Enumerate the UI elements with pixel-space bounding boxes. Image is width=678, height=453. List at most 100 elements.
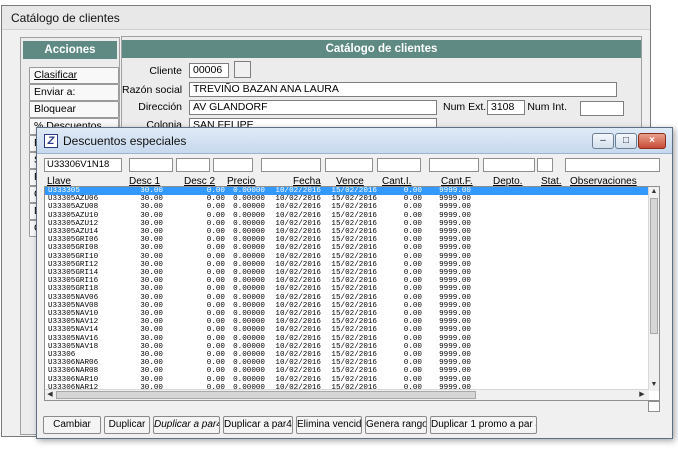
cell-vence: 15/02/2016 xyxy=(331,195,377,204)
cell-desc2: 0.00 xyxy=(206,351,225,359)
table-row[interactable]: U33305AZU14 30.00 0.00 0.00000 10/02/2016 15/… xyxy=(45,228,649,236)
table-row[interactable]: U33306NAR08 30.00 0.00 0.00000 10/02/2016 15/… xyxy=(45,367,649,375)
table-row[interactable]: U33306NAR10 30.00 0.00 0.00000 10/02/2016 15/… xyxy=(45,376,649,384)
cell-llave: U333305 xyxy=(48,187,80,195)
filter-depto[interactable] xyxy=(483,158,535,172)
table-row[interactable]: U33305NAV12 30.00 0.00 0.00000 10/02/2016 15/… xyxy=(45,318,649,326)
cell-cant-f: 9999.00 xyxy=(439,236,471,245)
bloquear-button[interactable]: Bloquear xyxy=(29,101,119,118)
scroll-left-icon[interactable]: ◀ xyxy=(45,390,55,400)
cell-precio: 0.00000 xyxy=(233,375,265,384)
horizontal-scrollbar[interactable]: ◀ ▶ xyxy=(45,389,649,400)
table-row[interactable]: U33305GRI06 30.00 0.00 0.00000 10/02/2016 15/… xyxy=(45,236,649,244)
cell-llave: U33305AZU14 xyxy=(48,228,99,236)
cell-cant-f: 9999.00 xyxy=(439,244,471,253)
filter-desc1[interactable] xyxy=(129,158,173,172)
cell-fecha: 10/02/2016 xyxy=(275,359,321,368)
scroll-down-icon[interactable]: ▼ xyxy=(649,380,659,390)
cell-desc1: 30.00 xyxy=(140,326,163,335)
cell-desc1: 30.00 xyxy=(140,334,163,343)
maximize-icon[interactable]: □ xyxy=(615,133,637,149)
filter-precio[interactable] xyxy=(213,158,253,172)
filter-observaciones[interactable] xyxy=(565,158,660,172)
table-row[interactable]: U33305AZU08 30.00 0.00 0.00000 10/02/2016 15/… xyxy=(45,203,649,211)
table-row[interactable]: U33305NAV14 30.00 0.00 0.00000 10/02/2016 15/… xyxy=(45,326,649,334)
cell-llave: U33305NAV16 xyxy=(48,334,99,343)
table-row[interactable]: U33306 30.00 0.00 0.00000 10/02/2016 15/02/20… xyxy=(45,351,649,359)
cell-desc1: 30.00 xyxy=(140,228,163,236)
filter-cant-f[interactable] xyxy=(429,158,479,172)
elimina-vencidos-button[interactable]: Elimina vencidos xyxy=(296,416,362,434)
cell-llave: U33306 xyxy=(48,351,76,359)
scroll-right-icon[interactable]: ▶ xyxy=(637,390,647,400)
cell-vence: 15/02/2016 xyxy=(331,334,377,343)
filter-fecha[interactable] xyxy=(261,158,321,172)
cell-llave: U33305NAV10 xyxy=(48,310,99,318)
cell-fecha: 10/02/2016 xyxy=(275,334,321,343)
filter-desc2[interactable] xyxy=(176,158,210,172)
table-row[interactable]: U33306NAR06 30.00 0.00 0.00000 10/02/2016 15/… xyxy=(45,359,649,367)
table-row[interactable]: U33305GRI14 30.00 0.00 0.00000 10/02/2016 15/… xyxy=(45,269,649,277)
cell-llave: U33305GRI18 xyxy=(48,285,99,294)
table-row[interactable]: U33305GRI08 30.00 0.00 0.00000 10/02/2016 15/… xyxy=(45,244,649,252)
cell-cant-i: 0.00 xyxy=(403,219,422,228)
cell-vence: 15/02/2016 xyxy=(331,244,377,253)
horizontal-scroll-thumb[interactable] xyxy=(56,391,476,399)
razon-social-field[interactable]: TREVIÑO BAZAN ANA LAURA xyxy=(189,82,617,97)
descuentos-list[interactable]: U333305 30.00 0.00 0.00000 10/02/2016 15/02/2… xyxy=(44,186,660,401)
table-row[interactable]: U33305NAV06 30.00 0.00 0.00000 10/02/2016 15/… xyxy=(45,294,649,302)
table-row[interactable]: U33305GRI12 30.00 0.00 0.00000 10/02/2016 15/… xyxy=(45,261,649,269)
cell-cant-f: 9999.00 xyxy=(439,342,471,351)
duplicar-a-par4-ii-button[interactable]: Duplicar a par4 II xyxy=(223,416,293,434)
clientes-window-title: Catálogo de clientes xyxy=(2,6,650,30)
cell-cant-i: 0.00 xyxy=(403,203,422,212)
cell-cant-i: 0.00 xyxy=(403,277,422,286)
vertical-scroll-thumb[interactable] xyxy=(650,198,658,334)
cell-vence: 15/02/2016 xyxy=(331,269,377,277)
cell-vence: 15/02/2016 xyxy=(331,285,377,294)
close-icon[interactable]: × xyxy=(638,133,666,149)
enviar-a-button[interactable]: Enviar a: xyxy=(29,84,119,101)
minimize-icon[interactable]: – xyxy=(592,133,614,149)
cell-cant-f: 9999.00 xyxy=(439,375,471,384)
filter-cant-i[interactable] xyxy=(377,158,421,172)
table-row[interactable]: U33305NAV18 30.00 0.00 0.00000 10/02/2016 15/… xyxy=(45,343,649,351)
cambiar-button[interactable]: Cambiar xyxy=(43,416,101,434)
cell-llave: U33305GRI12 xyxy=(48,260,99,269)
filter-stat[interactable] xyxy=(537,158,553,172)
filter-llave[interactable]: U33306V1N18 xyxy=(44,158,122,172)
duplicar-button[interactable]: Duplicar xyxy=(104,416,150,434)
num-int-field[interactable] xyxy=(580,101,624,116)
cell-precio: 0.00000 xyxy=(233,187,265,195)
table-row[interactable]: U33305NAV08 30.00 0.00 0.00000 10/02/2016 15/… xyxy=(45,302,649,310)
cell-desc2: 0.00 xyxy=(206,203,225,212)
table-row[interactable]: U33305GRI18 30.00 0.00 0.00000 10/02/2016 15/… xyxy=(45,285,649,293)
table-row[interactable]: U333305 30.00 0.00 0.00000 10/02/2016 15/02/2… xyxy=(45,187,649,196)
table-row[interactable]: U33305AZU06 30.00 0.00 0.00000 10/02/2016 15/… xyxy=(45,195,649,203)
filter-vence[interactable] xyxy=(325,158,373,172)
vertical-scrollbar[interactable]: ▲ ▼ xyxy=(648,187,659,391)
cell-precio: 0.00000 xyxy=(233,252,265,261)
scroll-up-icon[interactable]: ▲ xyxy=(649,187,659,197)
duplicar-a-par4-button[interactable]: Duplicar a par4 xyxy=(153,416,220,434)
table-row[interactable]: U33305GRI16 30.00 0.00 0.00000 10/02/2016 15/… xyxy=(45,277,649,285)
clasificar-button[interactable]: Clasificar xyxy=(29,67,119,84)
direccion-field[interactable]: AV GLANDORF xyxy=(189,100,437,115)
num-ext-field[interactable]: 3108 xyxy=(487,100,525,115)
duplicar-1-promo-button[interactable]: Duplicar 1 promo a par 4 xyxy=(430,416,537,434)
cliente-lookup-box[interactable] xyxy=(234,61,251,78)
cell-precio: 0.00000 xyxy=(233,351,265,359)
cell-cant-i: 0.00 xyxy=(403,334,422,343)
cell-vence: 15/02/2016 xyxy=(331,203,377,212)
cliente-field[interactable]: 00006 xyxy=(189,63,229,78)
cell-desc1: 30.00 xyxy=(140,203,163,212)
table-row[interactable]: U33305NAV10 30.00 0.00 0.00000 10/02/2016 15/… xyxy=(45,310,649,318)
table-row[interactable]: U33305AZU10 30.00 0.00 0.00000 10/02/2016 15/… xyxy=(45,212,649,220)
table-row[interactable]: U33305GRI10 30.00 0.00 0.00000 10/02/2016 15/… xyxy=(45,253,649,261)
cell-cant-i: 0.00 xyxy=(403,367,422,376)
cell-cant-f: 9999.00 xyxy=(439,195,471,204)
table-row[interactable]: U33305AZU12 30.00 0.00 0.00000 10/02/2016 15/… xyxy=(45,220,649,228)
cell-llave: U33305GRI10 xyxy=(48,252,99,261)
genera-rangos-button[interactable]: Genera rangos xyxy=(365,416,427,434)
table-row[interactable]: U33305NAV16 30.00 0.00 0.00000 10/02/2016 15/… xyxy=(45,335,649,343)
